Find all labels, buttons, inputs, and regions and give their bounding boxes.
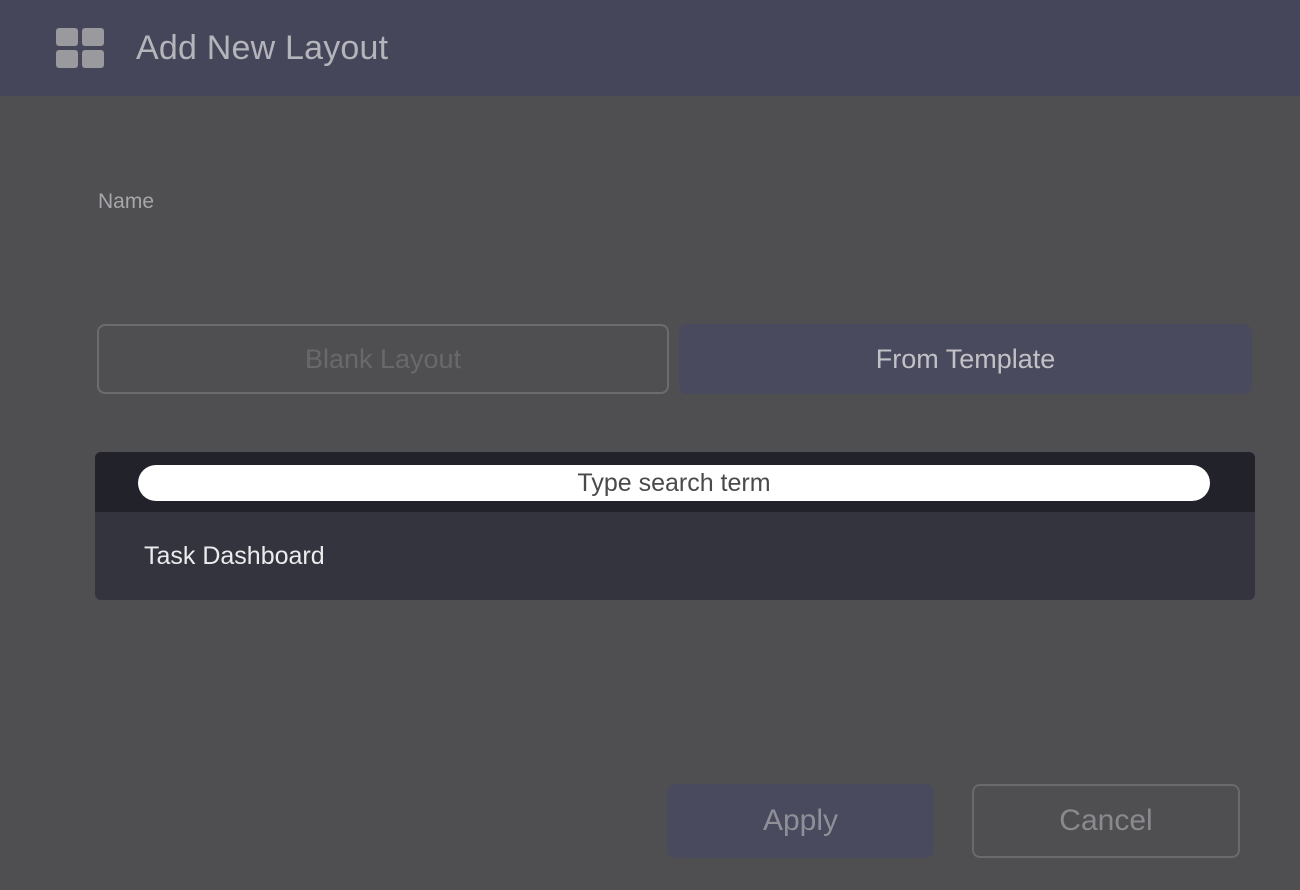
name-label: Name: [98, 190, 155, 213]
cancel-button[interactable]: Cancel: [972, 784, 1240, 858]
template-search-input[interactable]: [138, 465, 1210, 501]
template-search-bar: [95, 452, 1255, 512]
apply-button[interactable]: Apply: [667, 784, 934, 858]
blank-layout-button[interactable]: Blank Layout: [97, 324, 669, 394]
dialog-header: Add New Layout: [0, 0, 1300, 96]
dialog-title: Add New Layout: [136, 28, 389, 67]
grid-layout-icon: [56, 28, 104, 68]
template-list-item[interactable]: Task Dashboard: [95, 512, 1255, 600]
template-list-panel: Task Dashboard: [95, 452, 1255, 600]
from-template-button[interactable]: From Template: [679, 324, 1252, 394]
add-layout-dialog: Add New Layout Name Blank Layout From Te…: [0, 0, 1300, 890]
